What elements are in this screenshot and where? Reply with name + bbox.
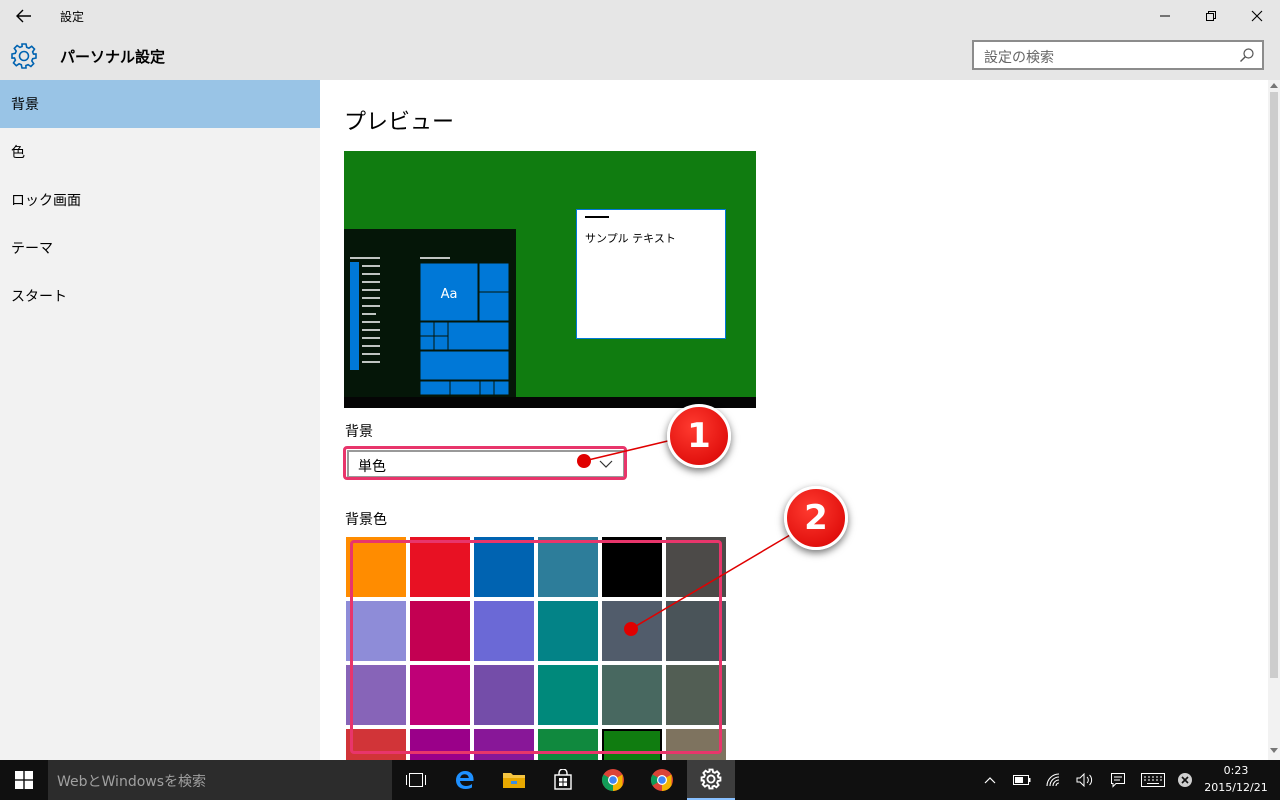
notification-icon (1111, 773, 1125, 788)
store-icon (554, 769, 572, 790)
tray-status-button[interactable] (1172, 760, 1198, 800)
speaker-icon (1076, 773, 1093, 787)
battery-icon (1013, 775, 1031, 785)
settings-taskbar-button[interactable] (687, 760, 735, 800)
annotation-dot-1 (577, 454, 591, 468)
edge-icon (456, 771, 474, 789)
close-circle-icon (1178, 773, 1192, 787)
store-button[interactable] (539, 760, 587, 800)
annotation-dot-2 (624, 622, 638, 636)
taskbar-search-input[interactable]: WebとWindowsを検索 (57, 771, 206, 791)
chrome-icon (651, 769, 673, 791)
file-explorer-button[interactable] (490, 760, 538, 800)
scroll-up-icon[interactable] (1270, 82, 1278, 88)
start-button[interactable] (0, 760, 48, 800)
network-button[interactable] (1042, 760, 1068, 800)
chrome-icon (602, 769, 624, 791)
volume-button[interactable] (1072, 760, 1098, 800)
keyboard-icon (1141, 773, 1165, 787)
taskbar-search-box[interactable]: WebとWindowsを検索 (48, 760, 392, 800)
wifi-icon (1046, 773, 1060, 787)
scroll-down-icon[interactable] (1270, 748, 1278, 754)
chrome-button-2[interactable] (638, 760, 686, 800)
clock-date: 2015/12/21 (1204, 781, 1268, 794)
file-explorer-icon (503, 773, 525, 788)
clock-time: 0:23 (1223, 764, 1249, 777)
annotation-badge-2: 2 (784, 486, 848, 550)
settings-gear-icon (700, 768, 722, 790)
windows-logo-icon (15, 771, 33, 789)
touch-keyboard-button[interactable] (1138, 760, 1168, 800)
annotation-leader-lines (583, 438, 791, 630)
task-view-icon (406, 773, 426, 787)
chrome-button[interactable] (589, 760, 637, 800)
scrollbar-thumb[interactable] (1270, 92, 1278, 678)
annotation-badge-1: 1 (667, 404, 731, 468)
show-hidden-icons-button[interactable] (978, 760, 1002, 800)
task-view-button[interactable] (392, 760, 440, 800)
taskbar-clock[interactable]: 0:23 2015/12/21 (1198, 762, 1274, 796)
battery-button[interactable] (1010, 760, 1034, 800)
scrollbar[interactable] (1268, 80, 1280, 760)
edge-button[interactable] (441, 760, 489, 800)
chevron-up-icon (984, 777, 996, 784)
action-center-button[interactable] (1104, 760, 1132, 800)
